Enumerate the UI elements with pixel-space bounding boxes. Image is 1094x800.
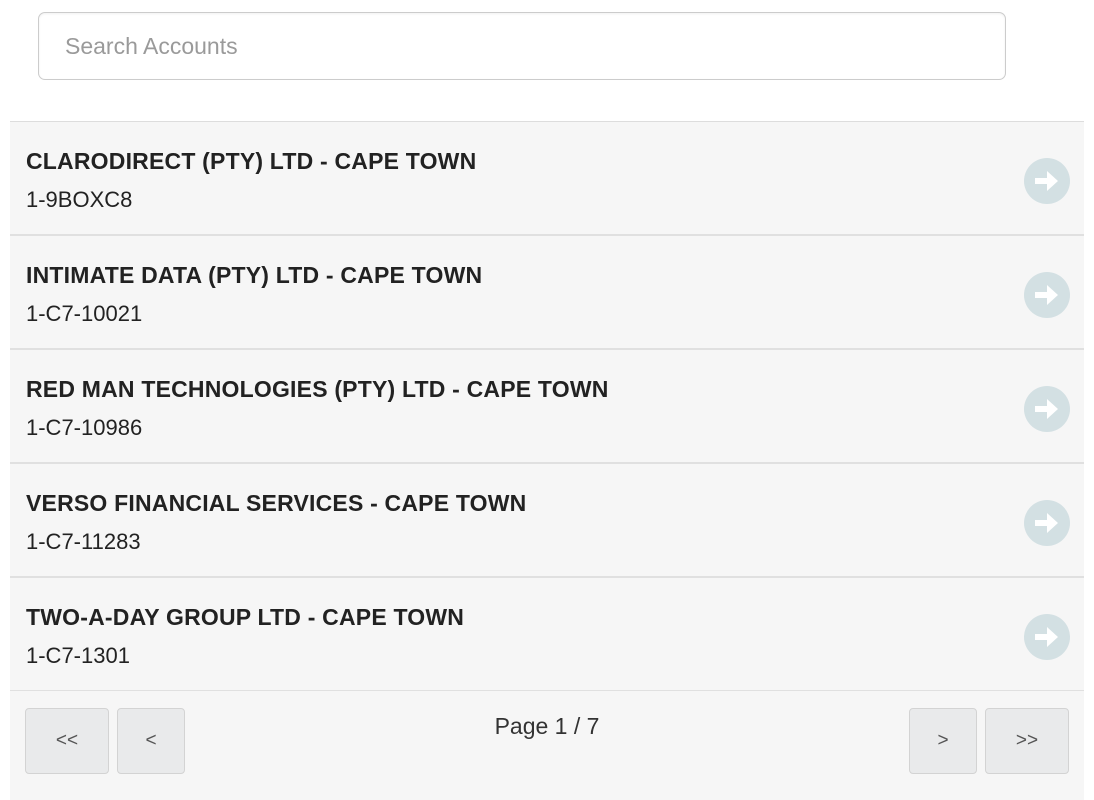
- search-input[interactable]: [38, 12, 1006, 80]
- next-page-button[interactable]: >: [909, 708, 977, 774]
- list-item[interactable]: CLARODIRECT (PTY) LTD - CAPE TOWN 1-9BOX…: [10, 122, 1084, 236]
- list-item[interactable]: VERSO FINANCIAL SERVICES - CAPE TOWN 1-C…: [10, 464, 1084, 578]
- last-page-button[interactable]: >>: [985, 708, 1069, 774]
- account-name: VERSO FINANCIAL SERVICES - CAPE TOWN: [26, 490, 527, 516]
- account-id: 1-9BOXC8: [26, 187, 133, 212]
- list-item[interactable]: TWO-A-DAY GROUP LTD - CAPE TOWN 1-C7-130…: [10, 578, 1084, 692]
- arrow-right-circle-icon[interactable]: [1024, 386, 1070, 432]
- arrow-right-circle-icon[interactable]: [1024, 614, 1070, 660]
- arrow-right-circle-icon[interactable]: [1024, 272, 1070, 318]
- account-id: 1-C7-1301: [26, 643, 130, 668]
- search-container: [38, 12, 1006, 80]
- account-name: RED MAN TECHNOLOGIES (PTY) LTD - CAPE TO…: [26, 376, 609, 402]
- account-name: INTIMATE DATA (PTY) LTD - CAPE TOWN: [26, 262, 483, 288]
- arrow-right-circle-icon[interactable]: [1024, 158, 1070, 204]
- pagination-bar: << < Page 1 / 7 > >>: [10, 691, 1084, 800]
- list-item[interactable]: RED MAN TECHNOLOGIES (PTY) LTD - CAPE TO…: [10, 350, 1084, 464]
- account-list: CLARODIRECT (PTY) LTD - CAPE TOWN 1-9BOX…: [10, 121, 1084, 692]
- accounts-page: CLARODIRECT (PTY) LTD - CAPE TOWN 1-9BOX…: [0, 0, 1094, 800]
- account-id: 1-C7-11283: [26, 529, 141, 554]
- account-name: CLARODIRECT (PTY) LTD - CAPE TOWN: [26, 148, 477, 174]
- list-item[interactable]: INTIMATE DATA (PTY) LTD - CAPE TOWN 1-C7…: [10, 236, 1084, 350]
- account-id: 1-C7-10021: [26, 301, 143, 326]
- arrow-right-circle-icon[interactable]: [1024, 500, 1070, 546]
- account-name: TWO-A-DAY GROUP LTD - CAPE TOWN: [26, 604, 465, 630]
- account-id: 1-C7-10986: [26, 415, 143, 440]
